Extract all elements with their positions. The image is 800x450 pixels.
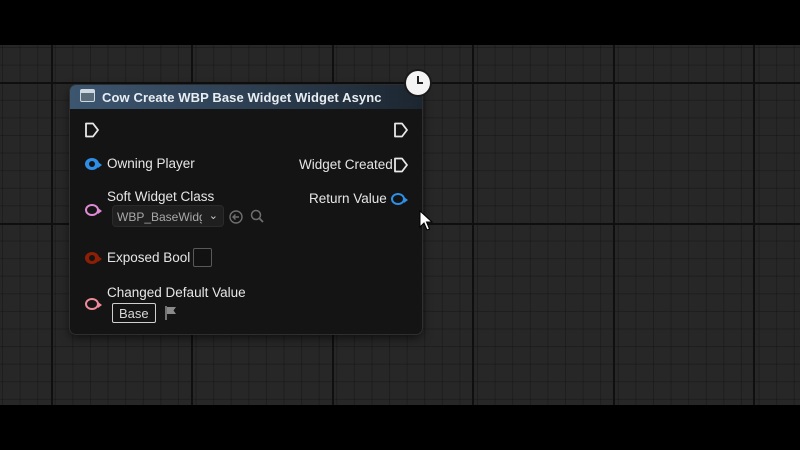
- exposed-bool-label: Exposed Bool: [107, 250, 191, 265]
- soft-widget-class-label: Soft Widget Class: [107, 189, 215, 204]
- widget-created-exec-pin-icon[interactable]: [393, 157, 409, 173]
- changed-default-value-pin[interactable]: [85, 298, 102, 310]
- return-value-pin[interactable]: [391, 193, 408, 205]
- widget-class-value: WBP_BaseWidg: [117, 210, 202, 224]
- mouse-cursor-icon: [419, 210, 433, 231]
- return-value-label: Return Value: [309, 191, 387, 206]
- changed-default-value-text: Base: [119, 306, 149, 321]
- owning-player-pin[interactable]: [85, 158, 102, 170]
- node-title: Cow Create WBP Base Widget Widget Async: [102, 90, 382, 105]
- letterbox-bottom: [0, 405, 800, 450]
- changed-default-value-label: Changed Default Value: [107, 285, 246, 300]
- owning-player-label: Owning Player: [107, 156, 195, 171]
- letterbox-top: [0, 0, 800, 45]
- exposed-bool-checkbox[interactable]: [193, 248, 212, 267]
- flag-icon[interactable]: [164, 305, 178, 321]
- function-node-icon: [80, 89, 95, 102]
- widget-created-label: Widget Created: [299, 157, 393, 172]
- exec-in-pin-icon[interactable]: [84, 122, 100, 138]
- search-icon[interactable]: [250, 209, 264, 223]
- exec-out-pin-icon[interactable]: [393, 122, 409, 138]
- chevron-down-icon: ⌄: [208, 210, 218, 222]
- changed-default-value-input[interactable]: Base: [112, 303, 156, 323]
- clock-icon: [406, 71, 430, 95]
- widget-class-dropdown[interactable]: WBP_BaseWidg ⌄: [112, 205, 224, 227]
- async-node[interactable]: Cow Create WBP Base Widget Widget Async …: [70, 85, 422, 334]
- node-header[interactable]: Cow Create WBP Base Widget Widget Async: [70, 85, 422, 109]
- exposed-bool-pin[interactable]: [85, 252, 102, 264]
- use-selected-asset-icon[interactable]: [229, 210, 243, 224]
- soft-widget-class-pin[interactable]: [85, 204, 102, 216]
